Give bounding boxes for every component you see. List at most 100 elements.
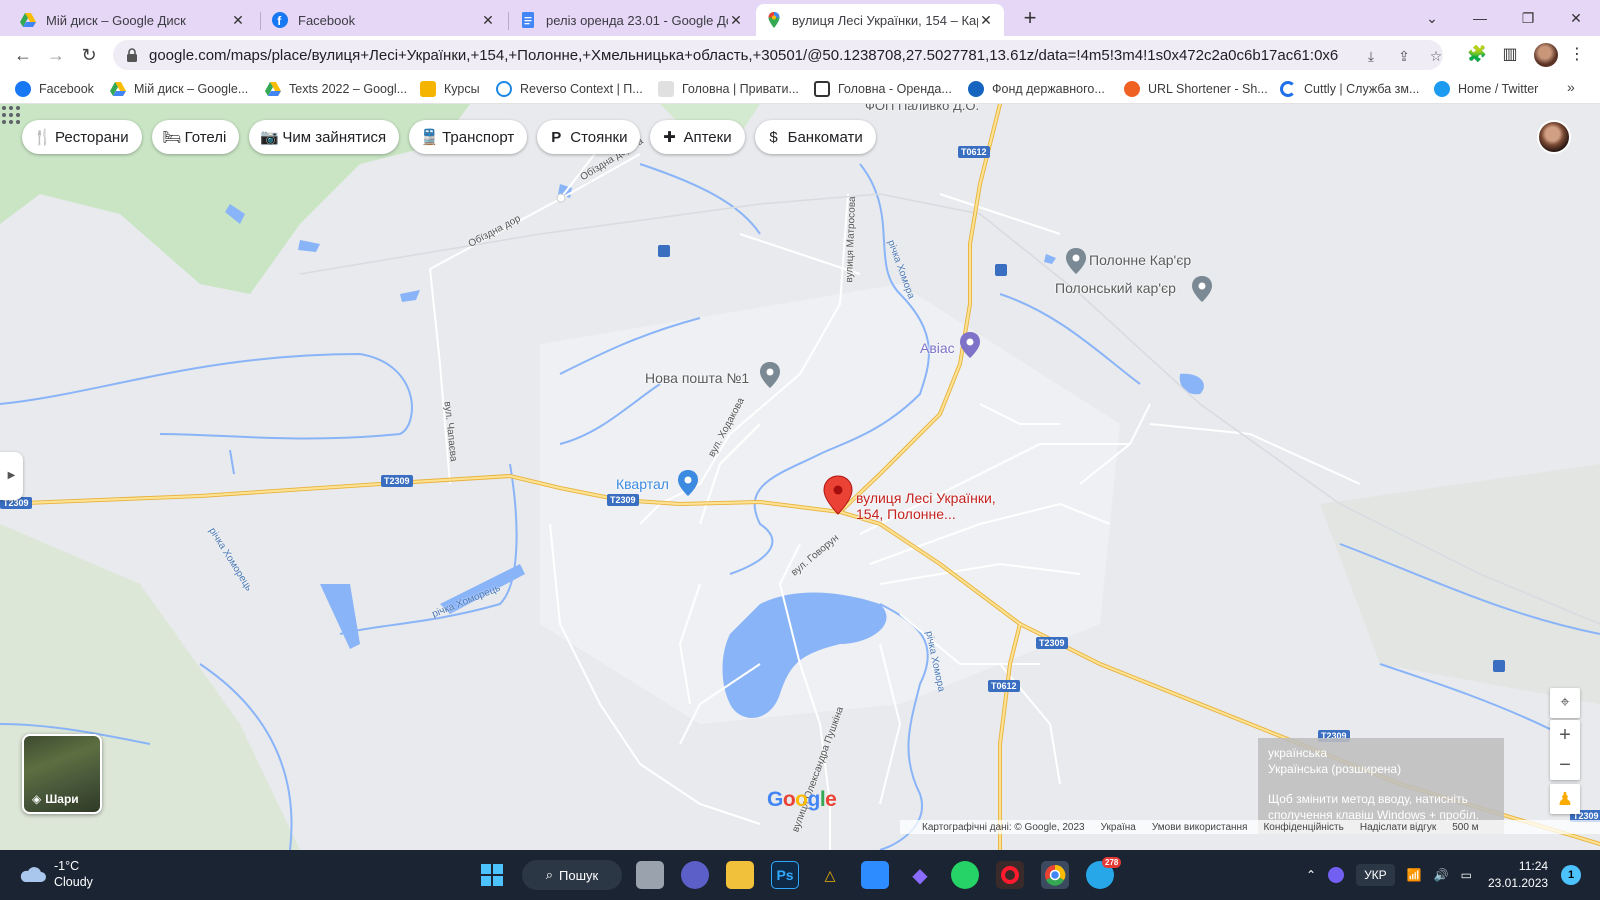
chevron-up-icon[interactable]: ⌃ <box>1306 868 1316 882</box>
bookmark-item[interactable]: Cuttly | Служба зм... <box>1280 80 1419 98</box>
extensions-icon[interactable]: 🧩 <box>1466 44 1488 66</box>
url-text[interactable]: google.com/maps/place/вулиця+Лесі+Україн… <box>149 47 1339 64</box>
street-view-pegman-button[interactable]: ♟ <box>1550 784 1580 814</box>
search-label: Пошук <box>559 867 599 883</box>
google-apps-icon[interactable] <box>0 104 22 126</box>
poi-label-polonne-quarry[interactable]: Полонне Кар'єр <box>1089 252 1191 268</box>
windows-start-icon[interactable] <box>478 861 506 889</box>
chrome-icon[interactable] <box>1041 861 1069 889</box>
google-logo-letter: G <box>767 788 783 811</box>
close-window-icon[interactable]: ✕ <box>1564 6 1588 30</box>
clock[interactable]: 11:24 23.01.2023 <box>1488 858 1548 892</box>
chip-things-to-do[interactable]: 📷 Чим зайнятися <box>249 120 400 154</box>
chip-transit[interactable]: 🚆 Транспорт <box>409 120 528 154</box>
close-icon[interactable]: ✕ <box>728 12 744 28</box>
emoji-icon <box>420 81 436 97</box>
bookmark-item[interactable]: Texts 2022 – Googl... <box>265 80 407 98</box>
bookmark-item[interactable]: Головна | Привати... <box>658 80 799 98</box>
install-app-icon[interactable]: ⤓ <box>1362 47 1380 65</box>
whatsapp-icon[interactable] <box>951 861 979 889</box>
poi-label-avias[interactable]: Авіас <box>920 340 955 356</box>
volume-icon[interactable]: 🔊 <box>1434 868 1449 882</box>
zoom-app-icon[interactable] <box>861 861 889 889</box>
chip-atms[interactable]: $ Банкомати <box>754 120 876 154</box>
back-icon[interactable]: ← <box>11 43 35 67</box>
new-tab-button[interactable]: + <box>1018 7 1042 31</box>
selected-place-label[interactable]: вулиця Лесі Українки, 154, Полонне... <box>856 490 996 522</box>
tab-google-drive[interactable]: Мій диск – Google Диск ✕ <box>10 4 256 36</box>
privacy-link[interactable]: Конфіденційність <box>1263 822 1343 833</box>
tab-strip: Мій диск – Google Диск ✕ f Facebook ✕ ре… <box>0 0 1600 36</box>
close-icon[interactable]: ✕ <box>230 12 246 28</box>
share-icon[interactable]: ⇪ <box>1395 47 1413 65</box>
task-view-icon[interactable] <box>636 861 664 889</box>
zoom-in-button[interactable]: + <box>1550 720 1580 750</box>
autodesk-icon[interactable]: △ <box>816 861 844 889</box>
my-location-button[interactable]: ⌖ <box>1550 688 1580 718</box>
viber-icon[interactable] <box>1328 867 1345 883</box>
bookmark-item[interactable]: URL Shortener - Sh... <box>1124 80 1268 98</box>
minimize-icon[interactable]: — <box>1468 6 1492 30</box>
bookmark-item[interactable]: Мій диск – Google... <box>110 80 248 98</box>
telegram-icon[interactable]: 278 <box>1086 857 1122 889</box>
bookmark-item[interactable]: Фонд державного... <box>968 80 1105 98</box>
bookmark-item[interactable]: Курсы <box>420 80 480 98</box>
poi-label-kvartal[interactable]: Квартал <box>616 476 669 492</box>
place-label-line: вулиця Лесі Українки, <box>856 490 996 506</box>
restore-icon[interactable]: ❐ <box>1516 6 1540 30</box>
reload-icon[interactable]: ↻ <box>77 43 101 67</box>
poi-label-polonsky-quarry[interactable]: Полонський кар'єр <box>1055 280 1176 296</box>
tab-google-maps[interactable]: вулиця Лесі Українки, 154 – Кар ✕ <box>756 4 1004 36</box>
fluid-app-icon[interactable]: ◆ <box>906 861 934 889</box>
chip-hotels[interactable]: 🛏 Готелі <box>151 120 240 154</box>
scale-bar[interactable]: 500 м <box>1452 822 1478 833</box>
account-avatar[interactable] <box>1537 120 1571 154</box>
side-panel-icon[interactable]: ▥ <box>1499 44 1521 66</box>
bookmark-item[interactable]: Reverso Context | П... <box>496 80 643 98</box>
menu-icon[interactable]: ⋮ <box>1566 44 1588 66</box>
teams-chat-icon[interactable] <box>681 861 709 889</box>
cloud-icon <box>20 867 46 882</box>
notification-badge[interactable]: 1 <box>1561 865 1581 885</box>
opera-icon[interactable] <box>996 861 1024 889</box>
battery-icon[interactable]: ▭ <box>1461 868 1472 882</box>
bookmark-item[interactable]: Головна - Оренда... <box>814 80 952 98</box>
chip-pharmacies[interactable]: ✚ Аптеки <box>650 120 745 154</box>
chip-parking[interactable]: P Стоянки <box>537 120 641 154</box>
poi-label-nova-poshta[interactable]: Нова пошта №1 <box>645 370 749 386</box>
close-icon[interactable]: ✕ <box>480 12 496 28</box>
feedback-link[interactable]: Надіслати відгук <box>1360 822 1436 833</box>
expand-side-panel-icon[interactable]: ▶ <box>0 452 23 500</box>
wifi-icon[interactable]: 📶 <box>1407 868 1422 882</box>
terms-link[interactable]: Умови використання <box>1152 822 1248 833</box>
chip-label: Банкомати <box>787 128 863 146</box>
forward-icon[interactable]: → <box>44 43 68 67</box>
road-shield: T2309 <box>1036 637 1068 649</box>
input-language-indicator[interactable]: УКР <box>1356 864 1395 886</box>
google-docs-icon <box>522 12 534 28</box>
tab-search-icon[interactable]: ⌄ <box>1420 6 1444 30</box>
profile-avatar[interactable] <box>1534 43 1558 67</box>
bookmark-star-icon[interactable]: ☆ <box>1427 47 1445 65</box>
attribution-country[interactable]: Україна <box>1101 822 1136 833</box>
chip-label: Аптеки <box>683 128 732 146</box>
bookmark-item[interactable]: Home / Twitter <box>1434 80 1538 98</box>
close-icon[interactable]: ✕ <box>978 12 994 28</box>
chip-restaurants[interactable]: 🍴 Ресторани <box>22 120 142 154</box>
photoshop-icon[interactable]: Ps <box>771 861 799 889</box>
poi-label-fop[interactable]: ФОП Паливко Д.О. <box>865 104 979 113</box>
field-area <box>1320 464 1600 704</box>
more-bookmarks-icon[interactable]: » <box>1567 79 1575 95</box>
taskbar-search[interactable]: ⌕ Пошук <box>522 860 622 890</box>
file-explorer-icon[interactable] <box>726 861 754 889</box>
lock-icon[interactable] <box>125 48 139 62</box>
tab-facebook[interactable]: f Facebook ✕ <box>262 4 506 36</box>
zoom-out-button[interactable]: − <box>1550 750 1580 780</box>
weather-widget[interactable]: -1°C Cloudy <box>18 858 93 890</box>
tab-google-docs[interactable]: реліз оренда 23.01 - Google Док ✕ <box>510 4 754 36</box>
bookmark-item[interactable]: Facebook <box>15 80 94 98</box>
place-label-line: 154, Полонне... <box>856 506 956 522</box>
map-canvas[interactable]: ФОП Паливко Д.О. Полонне Кар'єр Полонськ… <box>0 104 1600 850</box>
layers-button[interactable]: ◈ Шари <box>22 734 102 814</box>
address-bar[interactable]: google.com/maps/place/вулиця+Лесі+Україн… <box>113 40 1443 70</box>
